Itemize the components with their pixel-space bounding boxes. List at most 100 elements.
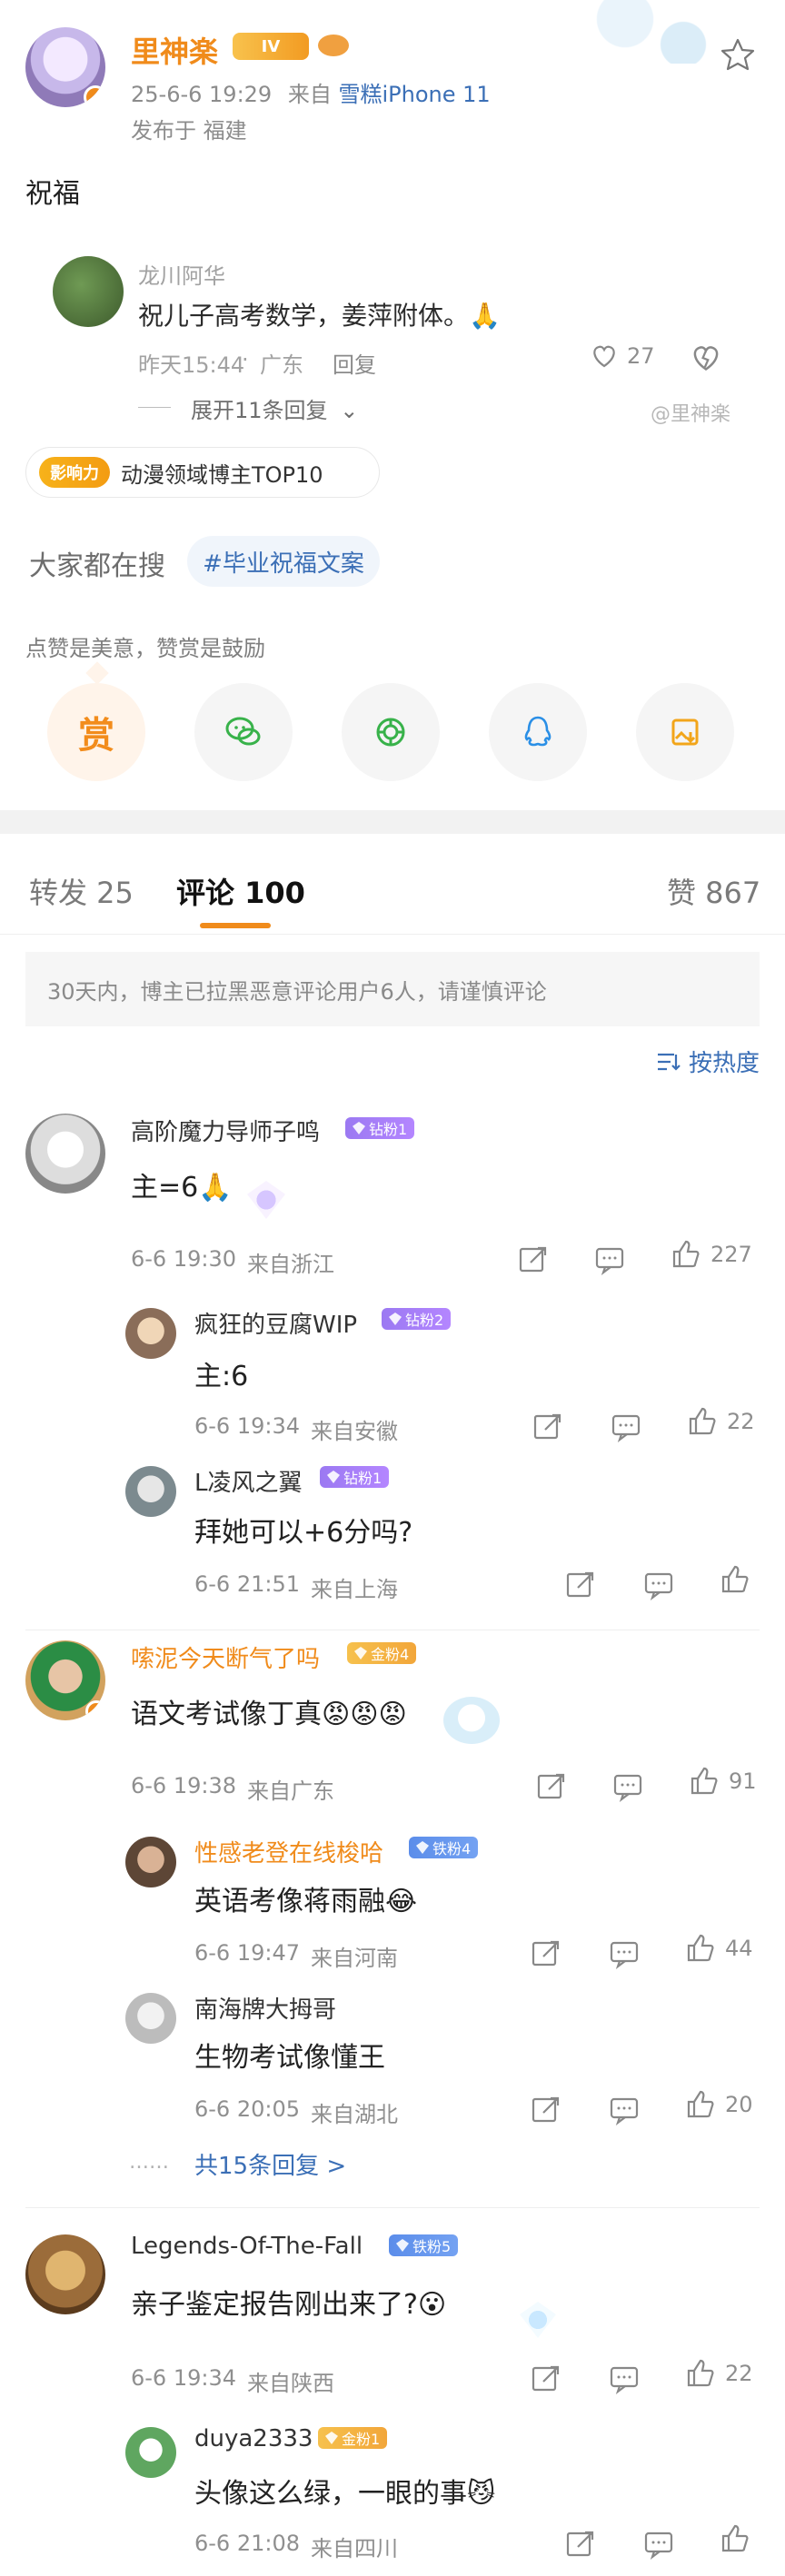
- reward-pointer: [85, 661, 109, 685]
- wechat-button[interactable]: [194, 683, 293, 781]
- qq-icon: [516, 710, 560, 754]
- quote-avatar[interactable]: [53, 256, 124, 327]
- crown-icon: [325, 2432, 338, 2444]
- sort-label: 按热度: [689, 1050, 760, 1077]
- reply-icon[interactable]: [609, 2095, 640, 2125]
- sort-button[interactable]: 按热度: [656, 1045, 760, 1078]
- like-button[interactable]: 91: [689, 1766, 757, 1797]
- like-button[interactable]: [720, 2523, 760, 2554]
- diamond-decoration: [247, 1181, 285, 1219]
- favorite-star-icon[interactable]: [720, 36, 756, 73]
- reply-fan-badge[interactable]: 铁粉4: [409, 1837, 479, 1858]
- like-count: 91: [729, 1769, 757, 1794]
- share-icon[interactable]: [531, 2095, 561, 2125]
- fan-badge-label: 钻粉1: [369, 1121, 408, 1138]
- fan-badge-label: 钻粉1: [343, 1470, 383, 1487]
- fan-badge[interactable]: 钻粉1: [345, 1117, 415, 1139]
- reply-avatar[interactable]: [125, 1837, 176, 1887]
- reply-time: 6-6 19:47: [194, 1940, 300, 1966]
- search-label: 大家都在搜: [29, 550, 165, 582]
- reply-avatar[interactable]: [125, 1993, 176, 2044]
- reply-author[interactable]: 南海牌大拇哥: [194, 1991, 336, 2025]
- vip-badge-text: IV: [261, 36, 281, 56]
- quote-time: 昨天15:44: [138, 352, 245, 378]
- section-divider: [0, 810, 785, 834]
- comment-avatar[interactable]: [25, 1114, 105, 1194]
- share-icon[interactable]: [565, 2529, 596, 2560]
- fan-badge[interactable]: 铁粉5: [389, 2234, 459, 2256]
- reply-icon[interactable]: [643, 2529, 674, 2560]
- post-location: 发布于 福建: [131, 118, 247, 144]
- quote-reply-button[interactable]: 回复: [333, 347, 376, 379]
- reply-avatar[interactable]: [125, 2427, 176, 2478]
- reply-text: 拜她可以+6分吗?: [194, 1517, 413, 1549]
- comment-divider: [25, 2207, 760, 2208]
- comment-avatar[interactable]: [25, 2234, 105, 2314]
- moments-button[interactable]: [342, 683, 440, 781]
- reply-author[interactable]: L凌风之翼: [194, 1464, 303, 1498]
- influence-pill[interactable]: 影响力 动漫领域博主TOP10: [25, 447, 380, 498]
- qq-button[interactable]: [489, 683, 587, 781]
- comment-author[interactable]: 高阶魔力导师子鸣: [131, 1114, 320, 1147]
- thumbs-up-icon: [685, 2089, 716, 2120]
- share-icon[interactable]: [536, 1771, 567, 1802]
- reply-icon[interactable]: [609, 2363, 640, 2394]
- header-decoration: [581, 0, 727, 64]
- more-replies-link[interactable]: 共15条回复 >: [194, 2147, 346, 2181]
- reward-button[interactable]: 赏: [47, 683, 145, 781]
- comment-author[interactable]: Legends-Of-The-Fall: [131, 2233, 363, 2260]
- quote-like-button[interactable]: 27: [591, 343, 655, 369]
- like-button[interactable]: [720, 1564, 760, 1595]
- quote-text: 祝儿子高考数学，姜萍附体。🙏: [138, 301, 501, 331]
- dislike-heart-icon[interactable]: [691, 343, 721, 374]
- author-avatar[interactable]: [25, 27, 105, 107]
- reply-icon[interactable]: [612, 1771, 643, 1802]
- reply-text: 英语考像蒋雨融😂: [194, 1886, 418, 1917]
- share-icon[interactable]: [518, 1244, 549, 1275]
- diamond-decoration: [520, 2302, 556, 2338]
- reply-avatar[interactable]: [125, 1308, 176, 1359]
- tab-like[interactable]: 赞 867: [667, 870, 760, 912]
- reply-icon[interactable]: [611, 1412, 641, 1442]
- vip-badge[interactable]: IV: [233, 33, 309, 60]
- reply-fan-badge[interactable]: 钻粉1: [320, 1466, 390, 1488]
- wechat-moments-icon: [369, 710, 412, 754]
- reply-fan-badge[interactable]: 钻粉2: [382, 1308, 452, 1330]
- sticker-decoration: [443, 1697, 500, 1744]
- tab-repost[interactable]: 转发 25: [29, 870, 134, 912]
- reply-author[interactable]: 性感老登在线梭哈: [194, 1835, 383, 1868]
- like-count: 22: [725, 2361, 753, 2386]
- comment-author[interactable]: 嗦泥今天断气了吗: [131, 1640, 320, 1674]
- like-button[interactable]: 44: [685, 1933, 753, 1964]
- reply-avatar[interactable]: [125, 1466, 176, 1517]
- reply-author[interactable]: duya2333: [194, 2425, 313, 2452]
- share-icon[interactable]: [532, 1412, 563, 1442]
- post-source-link[interactable]: 雪糕iPhone 11: [338, 82, 490, 107]
- like-button[interactable]: 22: [685, 2358, 753, 2389]
- reply-text: 生物考试像懂王: [194, 2042, 385, 2074]
- comment-avatar[interactable]: [25, 1640, 105, 1720]
- comment-time: 6-6 19:38: [131, 1773, 236, 1798]
- search-tag[interactable]: #毕业祝福文案: [187, 536, 380, 587]
- author-name[interactable]: 里神楽: [131, 29, 218, 71]
- like-button[interactable]: 20: [685, 2089, 753, 2120]
- share-icon[interactable]: [531, 1938, 561, 1969]
- save-image-button[interactable]: [636, 683, 734, 781]
- share-icon[interactable]: [565, 1570, 596, 1600]
- reply-icon[interactable]: [643, 1570, 674, 1600]
- like-button[interactable]: 22: [687, 1406, 755, 1437]
- fan-badge[interactable]: 金粉4: [347, 1642, 417, 1664]
- source-prefix: 来自: [287, 82, 332, 107]
- reply-author[interactable]: 疯狂的豆腐WIP: [194, 1306, 357, 1340]
- reply-fan-badge[interactable]: 金粉1: [318, 2427, 388, 2449]
- tab-comment[interactable]: 评论 100: [176, 870, 305, 912]
- sort-icon: [656, 1051, 681, 1073]
- reply-text: 头像这么绿，一眼的事😼: [194, 2478, 496, 2510]
- quote-expand-button[interactable]: 展开11条回复 ⌄: [191, 392, 358, 424]
- reply-icon[interactable]: [594, 1244, 625, 1275]
- reply-icon[interactable]: [609, 1938, 640, 1969]
- iron-fan-icon: [396, 2239, 409, 2252]
- share-icon[interactable]: [531, 2363, 561, 2394]
- quote-author[interactable]: 龙川阿华: [138, 258, 225, 290]
- like-button[interactable]: 227: [671, 1239, 752, 1270]
